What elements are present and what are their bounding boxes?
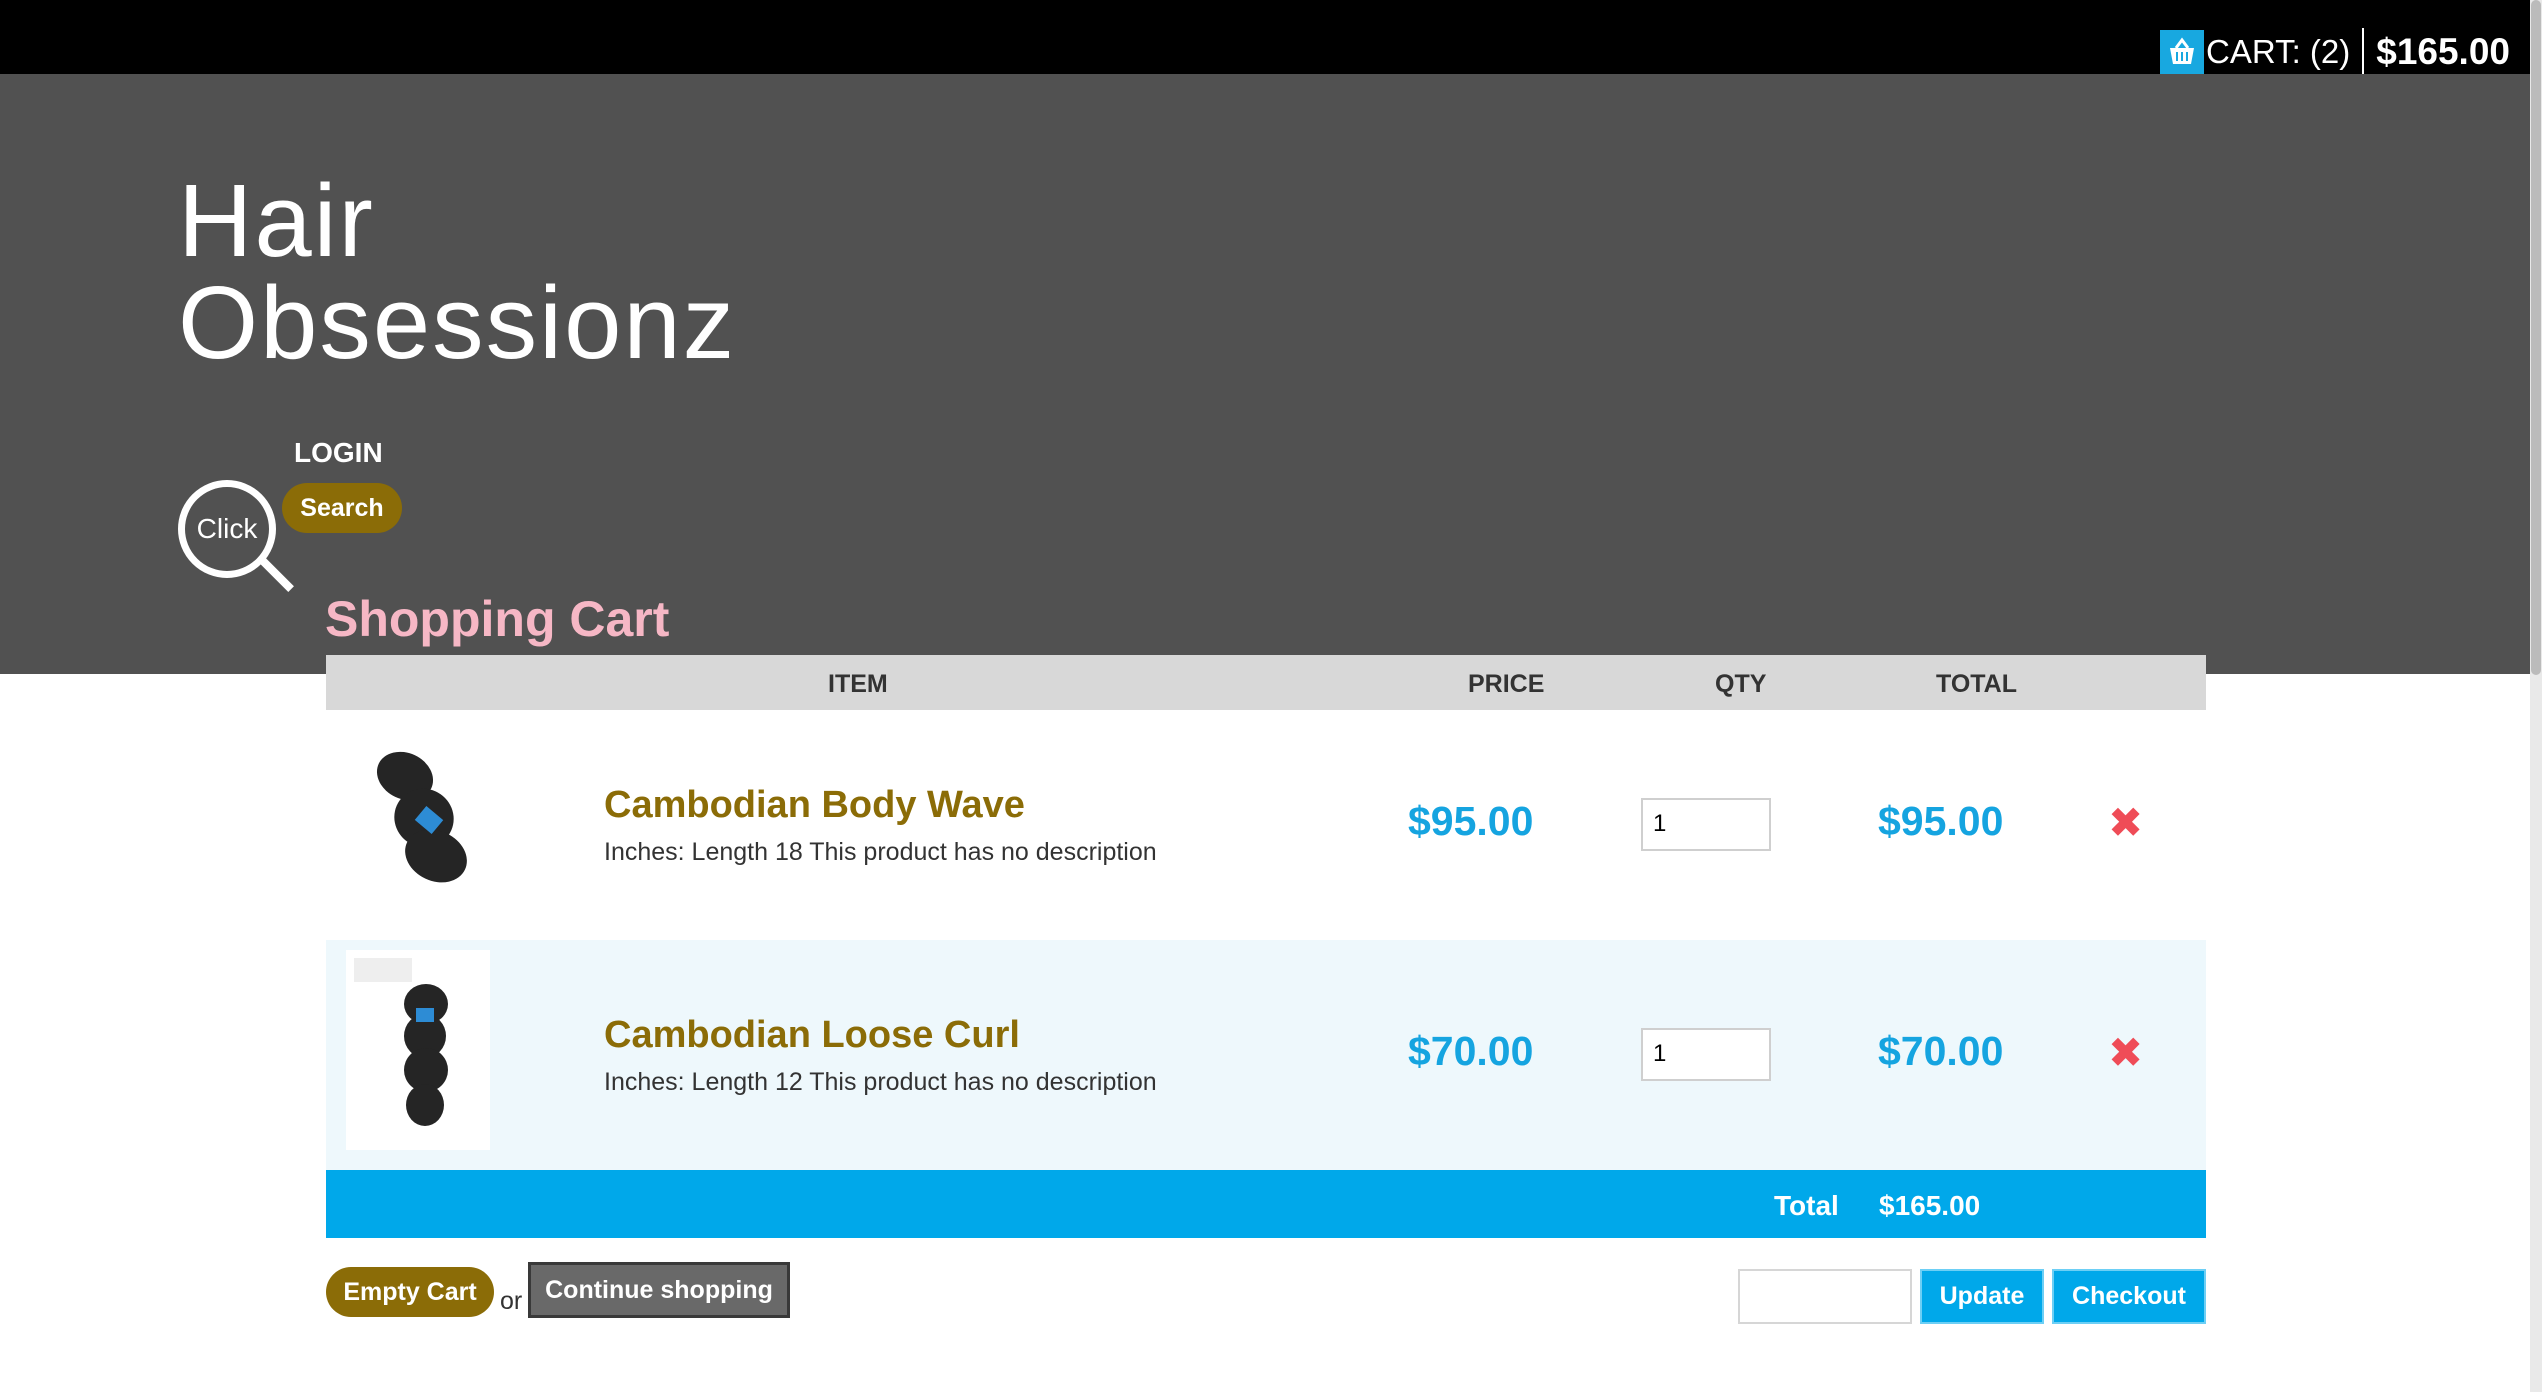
checkout-button[interactable]: Checkout <box>2052 1269 2206 1324</box>
quantity-input[interactable]: 1 <box>1641 1028 1771 1081</box>
product-image[interactable] <box>346 950 490 1150</box>
empty-cart-button[interactable]: Empty Cart <box>326 1267 494 1317</box>
basket-icon <box>2160 30 2204 74</box>
product-description: Inches: Length 12 This product has no de… <box>604 1068 1157 1096</box>
column-item: ITEM <box>828 670 888 698</box>
top-bar: CART: (2) $165.00 <box>0 0 2530 76</box>
page-title: Shopping Cart <box>325 591 670 647</box>
product-name[interactable]: Cambodian Loose Curl <box>604 1014 1020 1057</box>
cart-count: CART: (2) <box>2206 33 2351 70</box>
cart-row: Cambodian Body Wave Inches: Length 18 Th… <box>326 710 2206 945</box>
total-bar: Total $165.00 <box>326 1170 2206 1238</box>
product-image[interactable] <box>346 742 490 945</box>
product-description: Inches: Length 18 This product has no de… <box>604 838 1157 866</box>
remove-icon[interactable]: ✖ <box>2108 1028 2143 1077</box>
cart-total: $165.00 <box>2376 31 2510 72</box>
cart-row: Cambodian Loose Curl Inches: Length 12 T… <box>326 940 2206 1170</box>
remove-icon[interactable]: ✖ <box>2108 798 2143 847</box>
site-logo-text[interactable]: Hair Obsessionz <box>178 163 737 380</box>
table-header: ITEM PRICE QTY TOTAL <box>326 655 2206 710</box>
product-name[interactable]: Cambodian Body Wave <box>604 784 1025 827</box>
total-label: Total <box>1774 1190 1839 1221</box>
search-icon[interactable]: Click <box>178 480 294 592</box>
quantity-input[interactable]: 1 <box>1641 798 1771 851</box>
product-price: $95.00 <box>1408 798 1534 844</box>
product-price: $70.00 <box>1408 1028 1534 1074</box>
line-total: $70.00 <box>1878 1028 2004 1074</box>
column-qty: QTY <box>1715 670 1767 698</box>
line-total: $95.00 <box>1878 798 2004 844</box>
cart-divider <box>2362 28 2365 76</box>
update-button[interactable]: Update <box>1920 1269 2044 1324</box>
scrollbar[interactable] <box>2530 0 2542 1392</box>
brand-line-1: Hair <box>178 163 375 278</box>
column-price: PRICE <box>1468 670 1545 698</box>
login-link[interactable]: LOGIN <box>294 437 383 469</box>
brand-line-2: Obsessionz <box>178 265 737 380</box>
or-text: or <box>500 1287 523 1315</box>
scrollbar-thumb[interactable] <box>2531 0 2541 675</box>
continue-shopping-button[interactable]: Continue shopping <box>528 1262 790 1318</box>
cart-summary[interactable]: CART: (2) $165.00 <box>2160 28 2510 76</box>
total-value: $165.00 <box>1879 1190 1981 1221</box>
coupon-input[interactable] <box>1738 1269 1912 1324</box>
column-total: TOTAL <box>1936 670 2018 698</box>
search-button[interactable]: Search <box>282 483 402 533</box>
